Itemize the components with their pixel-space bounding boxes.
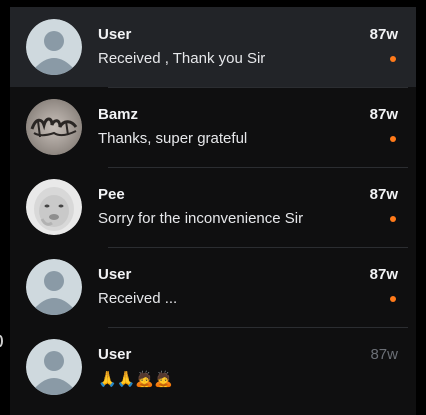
unread-dot-icon [390,56,396,62]
message-preview: Thanks, super grateful [98,130,248,147]
graffiti-avatar-icon [26,99,82,155]
divider [108,87,408,88]
conversation-item[interactable]: Bamz Thanks, super grateful 87w [10,87,416,167]
avatar [26,339,82,395]
default-avatar-icon [26,259,82,315]
timestamp: 87w [369,186,398,203]
avatar [26,259,82,315]
conversation-item[interactable]: User Received ... 87w [10,247,416,327]
left-edge [0,0,10,415]
unread-dot-icon [390,136,396,142]
message-preview: Received ... [98,290,178,307]
conversation-item[interactable]: User Received , Thank you Sir 87w [10,7,416,87]
default-avatar-icon [26,19,82,75]
contact-name: User [98,346,132,363]
contact-name: User [98,26,132,43]
contact-name: User [98,266,132,283]
baby-photo-avatar-icon [26,179,82,235]
divider [108,247,408,248]
unread-dot-icon [390,216,396,222]
conversation-item[interactable]: Pee Sorry for the inconvenience Sir 87w [10,167,416,247]
contact-name: Bamz [98,106,139,123]
divider [108,327,408,328]
unread-dot-icon [390,296,396,302]
timestamp: 87w [369,26,398,43]
avatar [26,19,82,75]
divider [108,167,408,168]
message-preview: Received , Thank you Sir [98,50,266,67]
avatar [26,99,82,155]
contact-name: Pee [98,186,125,203]
conversation-item[interactable]: User 🙏🙏🙇🙇 87w [10,327,416,407]
timestamp: 87w [370,346,398,363]
default-avatar-icon [26,339,82,395]
message-preview: Sorry for the inconvenience Sir [98,210,304,227]
timestamp: 87w [369,106,398,123]
avatar [26,179,82,235]
message-preview: 🙏🙏🙇🙇 [98,371,173,388]
right-edge [416,0,426,415]
timestamp: 87w [369,266,398,283]
